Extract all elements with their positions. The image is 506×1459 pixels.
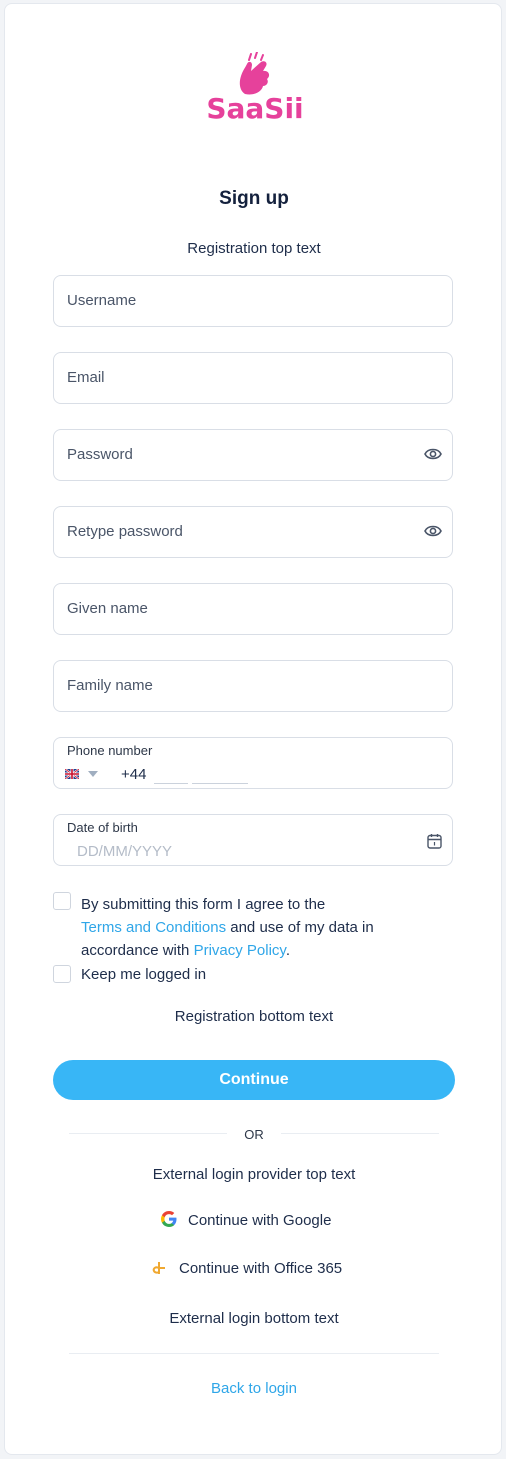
divider-right <box>281 1133 439 1134</box>
keep-logged-in-checkbox[interactable] <box>53 965 71 983</box>
terms-suffix: . <box>285 942 290 959</box>
given-name-field[interactable]: Given name <box>53 583 453 635</box>
brand-name: SaaSii <box>206 92 304 125</box>
password-placeholder: Password <box>67 446 133 463</box>
email-field[interactable]: Email <box>53 352 453 404</box>
google-login-label: Continue with Google <box>188 1212 332 1229</box>
phone-segment-1[interactable] <box>154 783 188 784</box>
terms-prefix: By submitting this form I agree to the <box>81 896 326 913</box>
office365-icon <box>152 1262 165 1274</box>
external-login-top-text: External login provider top text <box>152 1166 356 1183</box>
google-login-button[interactable]: Continue with Google <box>160 1207 331 1235</box>
registration-bottom-text: Registration bottom text <box>174 1008 334 1025</box>
retype-password-placeholder: Retype password <box>67 523 183 540</box>
page-title: Sign up <box>219 188 289 209</box>
date-of-birth-placeholder: DD/MM/YYYY <box>77 843 173 860</box>
google-icon <box>161 1211 177 1227</box>
calendar-icon[interactable] <box>427 833 442 849</box>
keep-logged-in-label[interactable]: Keep me logged in <box>81 966 206 983</box>
date-of-birth-field[interactable]: Date of birth DD/MM/YYYY <box>53 814 453 866</box>
office365-login-button[interactable]: Continue with Office 365 <box>151 1255 342 1283</box>
given-name-placeholder: Given name <box>67 600 148 617</box>
continue-button[interactable]: Continue <box>53 1060 455 1100</box>
registration-top-text: Registration top text <box>187 240 321 257</box>
signup-card: SaaSii Sign up Registration top text Use… <box>4 3 502 1455</box>
password-field[interactable]: Password <box>53 429 453 481</box>
finger-heart-icon <box>239 52 270 95</box>
retype-password-field[interactable]: Retype password <box>53 506 453 558</box>
office365-login-label: Continue with Office 365 <box>179 1260 343 1277</box>
phone-number-field[interactable]: Phone number +44 <box>53 737 453 789</box>
email-placeholder: Email <box>67 369 105 386</box>
country-code: +44 <box>121 766 147 783</box>
external-login-bottom-text: External login bottom text <box>169 1310 339 1327</box>
username-placeholder: Username <box>67 292 137 309</box>
privacy-policy-link[interactable]: Privacy Policy <box>194 942 286 959</box>
terms-checkbox[interactable] <box>53 892 71 910</box>
back-to-login-link[interactable]: Back to login <box>5 1380 503 1397</box>
family-name-field[interactable]: Family name <box>53 660 453 712</box>
or-separator: OR <box>244 1127 264 1142</box>
phone-number-label: Phone number <box>67 743 153 758</box>
phone-segment-2[interactable] <box>192 783 248 784</box>
chevron-down-icon[interactable] <box>88 771 98 777</box>
brand-logo: SaaSii <box>205 52 305 130</box>
uk-flag-icon[interactable] <box>65 769 79 779</box>
terms-text: By submitting this form I agree to the T… <box>81 893 441 962</box>
family-name-placeholder: Family name <box>67 677 153 694</box>
username-field[interactable]: Username <box>53 275 453 327</box>
date-of-birth-label: Date of birth <box>67 820 138 835</box>
eye-icon[interactable] <box>424 447 442 461</box>
divider-bottom <box>69 1353 439 1354</box>
terms-and-conditions-link[interactable]: Terms and Conditions <box>81 919 226 936</box>
eye-icon[interactable] <box>424 524 442 538</box>
